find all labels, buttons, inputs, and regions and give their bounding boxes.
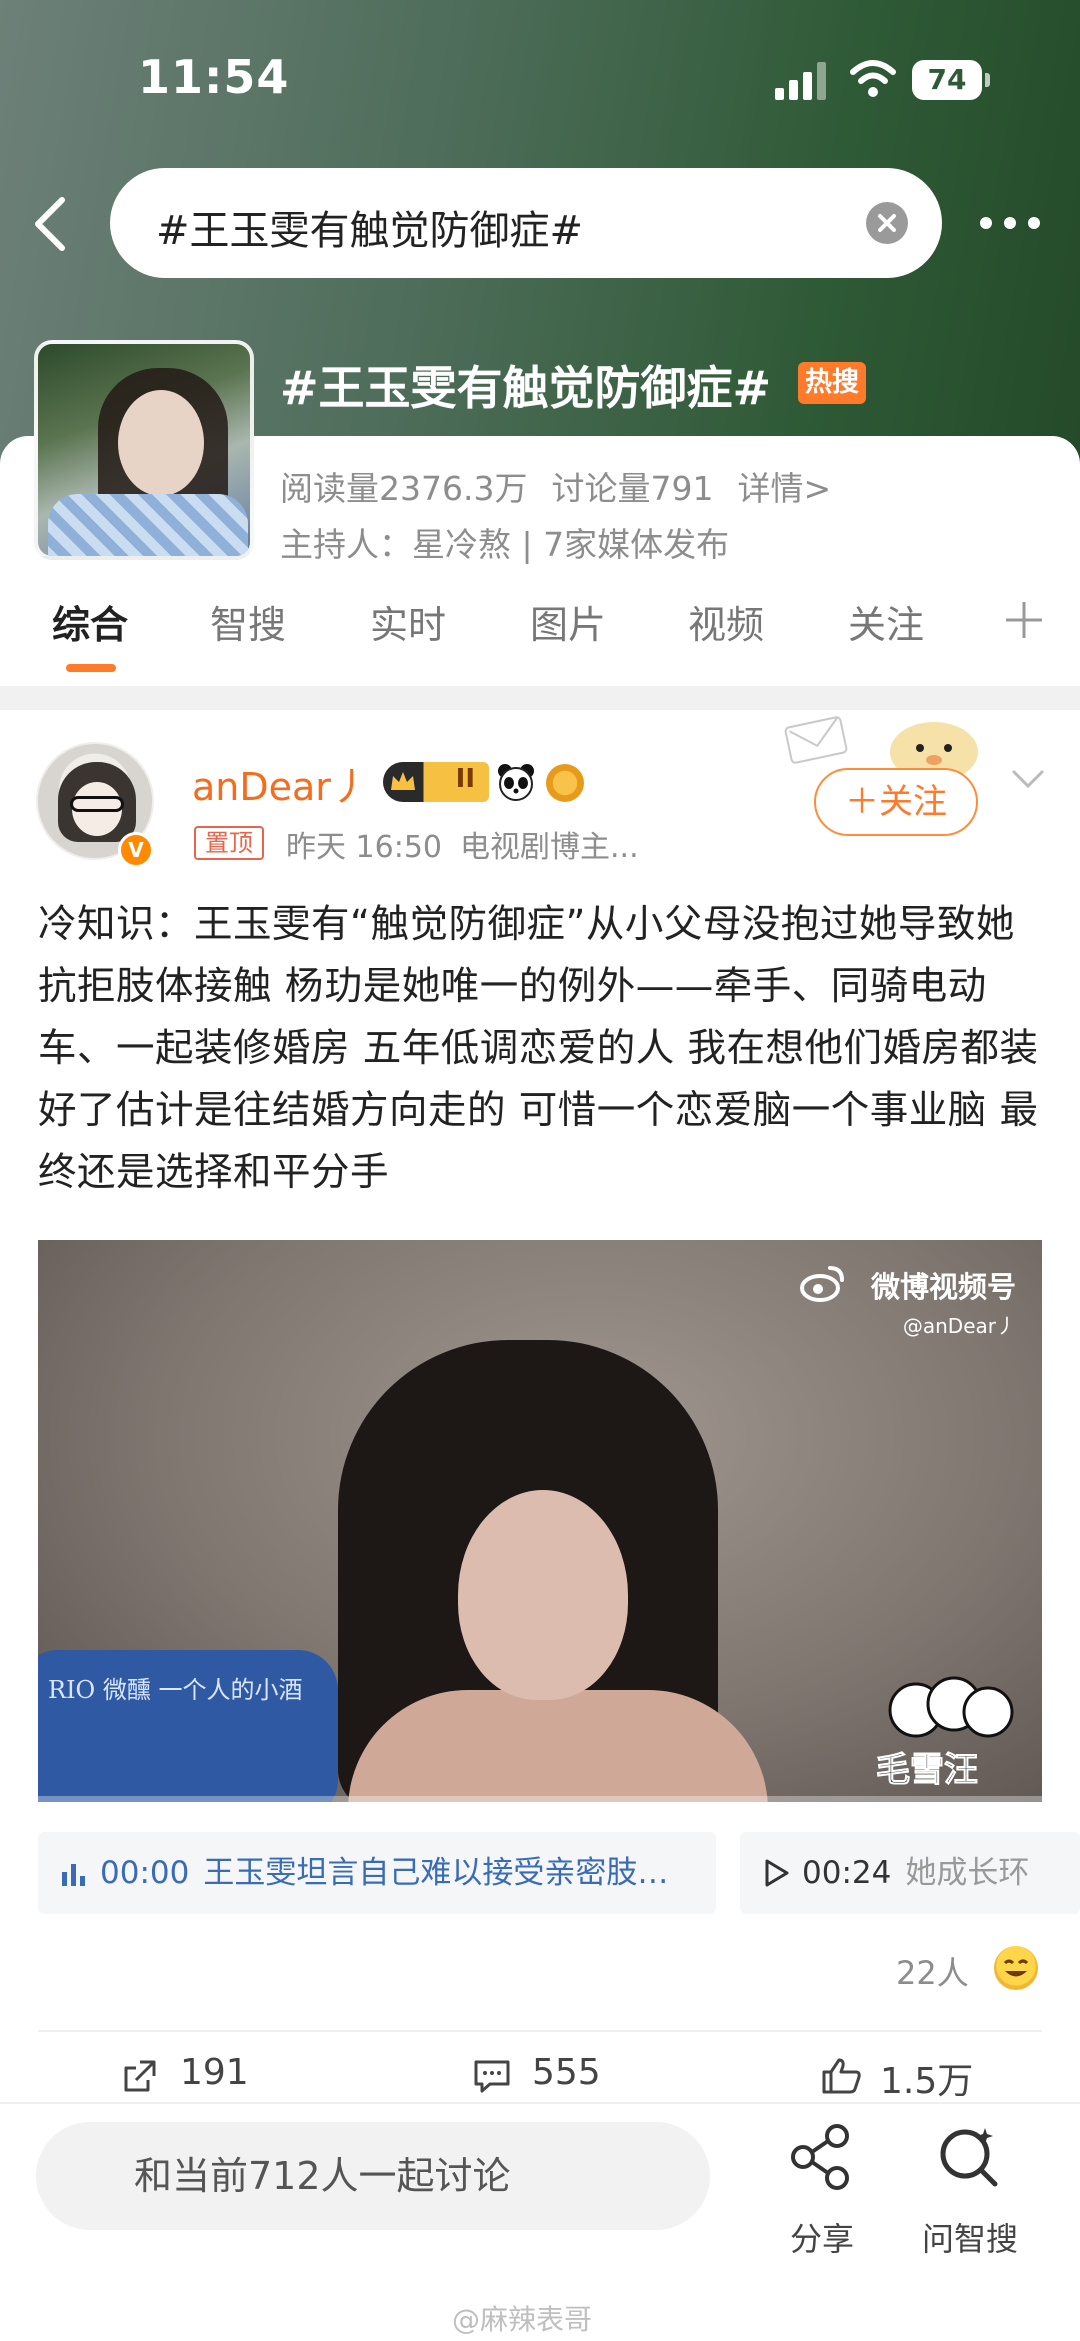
video-cushion-text: RIO 微醺 一个人的小酒: [48, 1676, 303, 1704]
tab-bar: 综合 智搜 实时 图片 视频 关注: [0, 594, 1080, 684]
battery-icon: 74: [912, 60, 990, 100]
discussion-input[interactable]: 和当前712人一起讨论: [36, 2122, 710, 2230]
watermark-brand: 微博视频号: [870, 1270, 1016, 1304]
status-time: 11:54: [138, 50, 290, 104]
follow-button[interactable]: ＋关注: [814, 768, 978, 836]
section-divider: [0, 686, 1080, 710]
like-count: 1.5万: [880, 2061, 974, 2102]
chapter-time: 00:24: [802, 1855, 892, 1891]
more-options-icon[interactable]: [978, 212, 1042, 234]
show-sticker-text: 毛雪汪: [876, 1750, 979, 1791]
like-button[interactable]: 1.5万: [820, 2052, 1020, 2102]
wifi-icon: [850, 60, 896, 97]
share-button[interactable]: 分享: [780, 2118, 864, 2268]
clear-icon[interactable]: [866, 202, 908, 244]
hot-badge: 热搜: [798, 362, 866, 404]
share-nodes-icon: [791, 2124, 849, 2190]
back-arrow-icon[interactable]: [30, 196, 70, 252]
comment-count: 555: [532, 2052, 601, 2093]
video-subject-shoulders: [348, 1690, 768, 1802]
weibo-logo-icon: [800, 1266, 844, 1302]
ai-search-icon: [940, 2128, 998, 2187]
video-watermark: 微博视频号 @anDear丿: [871, 1264, 1016, 1339]
chevron-down-icon[interactable]: [1010, 768, 1046, 792]
footer-watermark: @麻辣表哥: [452, 2303, 593, 2336]
search-input[interactable]: #王玉雯有触觉防御症#: [110, 168, 942, 278]
search-query-text: #王玉雯有触觉防御症#: [156, 208, 584, 254]
member-level-badge: II: [383, 762, 489, 802]
chapter-chip[interactable]: 00:00 王玉雯坦言自己难以接受亲密肢…: [38, 1832, 716, 1914]
video-subject-face: [458, 1490, 628, 1700]
post-text[interactable]: 冷知识：王玉雯有“触觉防御症”从小父母没抱过她导致她抗拒肢体接触 杨玏是她唯一的…: [38, 894, 1048, 1204]
pinned-badge: 置顶: [194, 826, 264, 860]
ai-search-button[interactable]: 问智搜: [910, 2118, 1030, 2268]
topic-cover-image[interactable]: [34, 340, 254, 560]
post-divider: [38, 2030, 1042, 2032]
mooncake-icon: [546, 764, 584, 802]
active-tab-indicator: [66, 664, 116, 672]
avatar-glasses: [70, 796, 124, 812]
tab-videos[interactable]: 视频: [688, 594, 764, 649]
topic-title: #王玉雯有触觉防御症#: [280, 361, 772, 415]
cover-image-face: [118, 390, 204, 496]
add-tab-icon[interactable]: [1004, 600, 1044, 640]
username[interactable]: anDear丿: [192, 756, 369, 811]
tab-comprehensive[interactable]: 综合: [52, 594, 128, 649]
panda-icon: [498, 764, 534, 801]
share-label: 分享: [789, 2220, 854, 2258]
repost-count: 191: [180, 2052, 249, 2093]
comment-icon: [474, 2060, 510, 2093]
chapter-title: 她成长环: [905, 1855, 1030, 1891]
details-link[interactable]: 详情>: [737, 469, 831, 508]
post-source: 电视剧博主...: [460, 830, 639, 865]
chapter-time: 00:00: [100, 1855, 190, 1891]
playing-bars-icon: [62, 1864, 85, 1886]
cover-image-dress: [48, 494, 248, 556]
status-bar: 11:54 74: [0, 0, 1080, 160]
signal-icon: [775, 62, 826, 100]
thumbs-up-icon: [822, 2058, 861, 2094]
read-count: 阅读量2376.3万: [280, 469, 528, 508]
comment-button[interactable]: 555: [472, 2052, 632, 2102]
tab-images[interactable]: 图片: [530, 594, 606, 649]
video-progress-bar[interactable]: [38, 1796, 1042, 1802]
topic-stats: 阅读量2376.3万 讨论量791 详情>: [280, 462, 855, 510]
topic-host-line[interactable]: 主持人：星冷熬 | 7家媒体发布: [280, 518, 729, 566]
viewer-count: 22人: [896, 1954, 969, 1992]
chapter-chip[interactable]: 00:24 她成长环: [740, 1832, 1080, 1914]
watermark-user: @anDear丿: [902, 1314, 1016, 1338]
tab-following[interactable]: 关注: [848, 594, 924, 649]
tab-ai-search[interactable]: 智搜: [210, 594, 286, 649]
post-meta: 昨天 16:50 电视剧博主...: [286, 822, 657, 866]
verified-icon: V: [118, 832, 154, 868]
ai-search-label: 问智搜: [921, 2220, 1018, 2258]
share-arrow-icon: [124, 2060, 156, 2092]
post-time: 昨天 16:50: [286, 830, 442, 865]
discussion-count: 讨论量791: [551, 469, 714, 508]
video-player[interactable]: RIO 微醺 一个人的小酒 微博视频号 @anDear丿 毛雪汪: [38, 1240, 1042, 1802]
chapter-title: 王玉雯坦言自己难以接受亲密肢…: [203, 1855, 669, 1891]
member-level-text: II: [455, 764, 475, 794]
smile-emoji-icon: [994, 1946, 1038, 1990]
tab-realtime[interactable]: 实时: [370, 594, 446, 649]
play-icon: [765, 1859, 789, 1887]
repost-button[interactable]: 191: [120, 2052, 280, 2102]
